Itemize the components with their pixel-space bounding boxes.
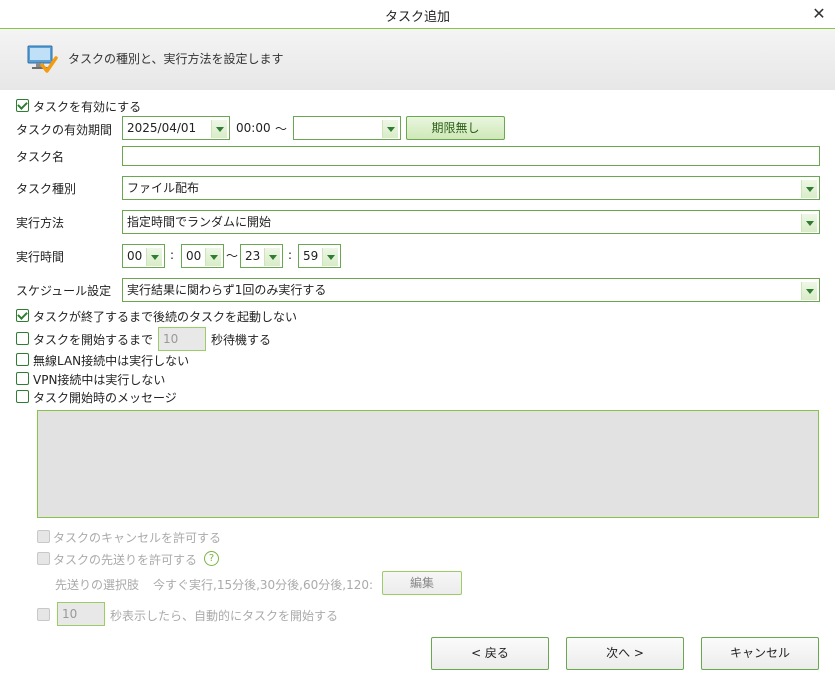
start-message-label: タスク開始時のメッセージ	[33, 391, 177, 405]
wait-seconds-suffix: 秒待機する	[211, 333, 272, 347]
chevron-down-icon[interactable]	[322, 248, 338, 266]
time-colon: :	[170, 248, 175, 262]
chevron-down-icon[interactable]	[801, 180, 817, 198]
end-hour-select[interactable]: 23	[240, 244, 283, 268]
time-colon: :	[288, 248, 293, 262]
help-icon[interactable]: ?	[204, 551, 219, 566]
no-limit-button[interactable]: 期限無し	[406, 116, 505, 140]
allow-postpone-label: タスクの先送りを許可する	[53, 553, 198, 567]
wait-until-done-label: タスクが終了するまで後続のタスクを起動しない	[33, 310, 298, 324]
no-wireless-label: 無線LAN接続中は実行しない	[33, 354, 190, 368]
auto-start-label: 秒表示したら、自動的にタスクを開始する	[110, 609, 339, 623]
end-min-value: 59	[303, 249, 319, 263]
start-hour-select[interactable]: 00	[122, 244, 165, 268]
exec-time-label: 実行時間	[16, 250, 65, 264]
schedule-select[interactable]: 実行結果に関わらず1回のみ実行する	[122, 278, 820, 302]
edit-options-button[interactable]: 編集	[382, 571, 462, 595]
window-title: タスク追加	[384, 10, 450, 25]
exec-method-select[interactable]: 指定時間でランダムに開始	[122, 210, 820, 234]
time-range-separator: 〜	[226, 249, 239, 263]
task-type-value: ファイル配布	[127, 181, 200, 195]
enable-task-checkbox[interactable]	[16, 99, 29, 112]
end-date-select[interactable]	[293, 116, 401, 140]
start-time-text: 00:00	[236, 121, 271, 135]
wait-before-start-checkbox[interactable]	[16, 332, 29, 345]
schedule-value: 実行結果に関わらず1回のみ実行する	[127, 283, 327, 297]
allow-postpone-checkbox[interactable]	[37, 552, 50, 565]
no-wireless-checkbox[interactable]	[16, 353, 29, 366]
wait-seconds-input[interactable]: 10	[158, 327, 206, 351]
chevron-down-icon[interactable]	[146, 248, 162, 266]
auto-start-seconds-input[interactable]: 10	[57, 602, 105, 626]
chevron-down-icon[interactable]	[211, 120, 227, 138]
postpone-options-value: 今すぐ実行,15分後,30分後,60分後,120:	[153, 578, 374, 592]
next-button[interactable]: 次へ >	[566, 637, 684, 670]
validity-label: タスクの有効期間	[16, 123, 113, 137]
end-hour-value: 23	[245, 249, 261, 263]
chevron-down-icon[interactable]	[801, 282, 817, 300]
chevron-down-icon[interactable]	[264, 248, 280, 266]
cancel-button[interactable]: キャンセル	[701, 637, 819, 670]
validity-separator: 〜	[275, 122, 288, 136]
back-button[interactable]: < 戻る	[431, 637, 549, 670]
allow-cancel-label: タスクのキャンセルを許可する	[53, 531, 222, 545]
task-name-input[interactable]	[122, 146, 820, 166]
chevron-down-icon[interactable]	[382, 120, 398, 138]
end-min-select[interactable]: 59	[298, 244, 341, 268]
chevron-down-icon[interactable]	[801, 214, 817, 232]
no-vpn-checkbox[interactable]	[16, 372, 29, 385]
wait-until-done-checkbox[interactable]	[16, 309, 29, 322]
start-hour-value: 00	[127, 249, 143, 263]
exec-method-label: 実行方法	[16, 216, 65, 230]
chevron-down-icon[interactable]	[205, 248, 221, 266]
start-date-select[interactable]: 2025/04/01	[122, 116, 230, 140]
task-name-label: タスク名	[16, 150, 65, 164]
task-type-label: タスク種別	[16, 182, 77, 196]
start-date-value: 2025/04/01	[127, 121, 197, 135]
start-min-value: 00	[186, 249, 202, 263]
close-icon[interactable]: ✕	[808, 3, 830, 25]
schedule-label: スケジュール設定	[16, 284, 112, 298]
task-type-select[interactable]: ファイル配布	[122, 176, 820, 200]
wait-before-start-label: タスクを開始するまで	[33, 333, 154, 347]
start-message-checkbox[interactable]	[16, 390, 29, 403]
start-min-select[interactable]: 00	[181, 244, 224, 268]
header-description: タスクの種別と、実行方法を設定します	[68, 52, 284, 66]
no-vpn-label: VPN接続中は実行しない	[33, 373, 166, 387]
allow-cancel-checkbox[interactable]	[37, 530, 50, 543]
start-message-textarea[interactable]	[37, 410, 819, 518]
postpone-options-label: 先送りの選択肢	[55, 578, 140, 592]
monitor-check-icon	[26, 43, 58, 75]
enable-task-label: タスクを有効にする	[33, 100, 142, 114]
exec-method-value: 指定時間でランダムに開始	[127, 215, 272, 229]
auto-start-checkbox[interactable]	[37, 608, 50, 621]
